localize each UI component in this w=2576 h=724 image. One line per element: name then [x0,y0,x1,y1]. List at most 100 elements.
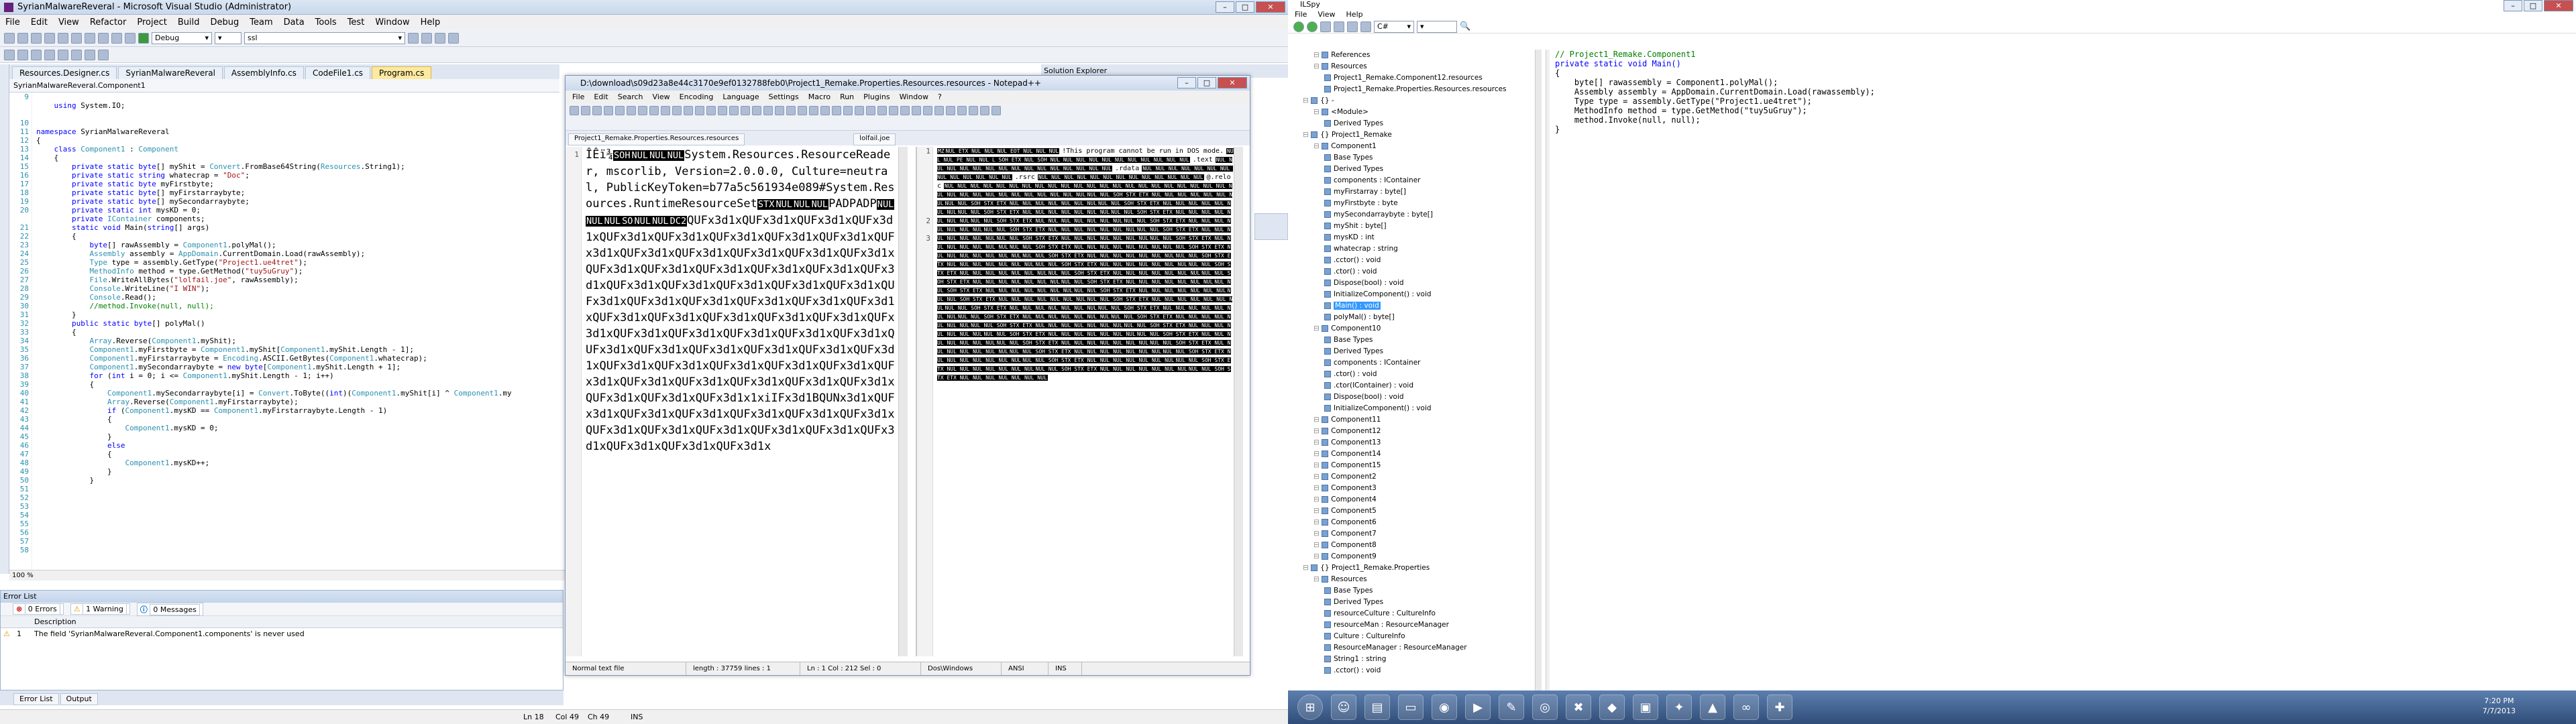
tab-resources-file[interactable]: Project1_Remake.Properties.Resources.res… [568,133,745,145]
outdent-icon[interactable] [44,49,55,60]
flashpoint-icon[interactable]: ✦ [1666,695,1692,720]
open-file-icon[interactable] [31,32,42,44]
menu-item-edit[interactable]: Edit [31,17,48,27]
tree-node[interactable]: Derived Types [1297,346,1532,357]
expander-icon[interactable]: ⊟ [1313,507,1322,515]
np-toolbar-icon[interactable] [832,106,841,115]
save-all-icon[interactable] [58,32,68,44]
expander-icon[interactable]: ⊟ [1313,575,1322,583]
tree-node[interactable]: Derived Types [1297,118,1532,129]
find-select[interactable]: ssl ▾ [244,32,405,44]
ilspy-menu-help[interactable]: Help [1346,9,1363,20]
np-toolbar-icon[interactable] [798,106,807,115]
bookmark-icon[interactable] [58,49,68,60]
expander-icon[interactable]: ⊟ [1303,131,1311,139]
decompiled-code[interactable]: // Project1_Remake.Component1 private sta… [1555,50,2561,697]
tree-node[interactable]: Project1_Remake.Component12.resources [1297,72,1532,84]
np-toolbar-icon[interactable] [946,106,955,115]
np-toolbar-icon[interactable] [718,106,727,115]
expander-icon[interactable]: ⊟ [1313,438,1322,446]
bottom-tab-output[interactable]: Output [60,693,98,705]
docked-panel-stub[interactable] [1254,213,1288,240]
tree-node[interactable]: ⊟ Component9 [1297,551,1532,562]
tree-node[interactable]: myShit : byte[] [1297,221,1532,232]
comment-icon[interactable] [4,49,15,60]
np-toolbar-icon[interactable] [957,106,967,115]
tree-node[interactable]: Culture : CultureInfo [1297,631,1532,642]
navigation-bar[interactable]: SyrianMalwareReveral.Component1 [9,79,559,93]
np-menu-item[interactable]: Edit [594,90,608,104]
tree-node[interactable]: polyMal() : byte[] [1297,312,1532,323]
tree-node[interactable]: mySecondarraybyte : byte[] [1297,209,1532,221]
np-menu-item[interactable]: Macro [808,90,830,104]
np-toolbar-icon[interactable] [752,106,761,115]
np-menu-item[interactable]: Settings [769,90,799,104]
np-toolbar-icon[interactable] [763,106,773,115]
menu-item-project[interactable]: Project [137,17,166,27]
np-toolbar-icon[interactable] [570,106,579,115]
np-toolbar-icon[interactable] [980,106,989,115]
expander-icon[interactable]: ⊟ [1313,450,1322,458]
tree-scrollbar[interactable] [1535,50,1542,697]
indent-icon[interactable] [31,49,42,60]
clear-bookmark-icon[interactable] [98,49,109,60]
expander-icon[interactable]: ⊟ [1313,108,1322,116]
menu-item-team[interactable]: Team [250,17,272,27]
expander-icon[interactable]: ⊟ [1313,427,1322,435]
menu-item-file[interactable]: File [5,17,20,27]
prev-bookmark-icon[interactable] [71,49,82,60]
np-menu-item[interactable]: View [653,90,670,104]
np-menu-item[interactable]: Encoding [680,90,714,104]
folder-icon[interactable]: ▭ [1398,695,1424,720]
maximize-button[interactable]: □ [2524,0,2542,11]
np-menu-item[interactable]: ? [938,90,942,104]
tree-node[interactable]: InitializeComponent() : void [1297,403,1532,414]
version-select[interactable]: ▾ [1417,20,1457,33]
zoom-level[interactable]: 100 % [9,570,566,581]
search-icon[interactable]: 🔍 [1460,21,1470,32]
left-scrollbar[interactable] [898,147,908,656]
np-toolbar-icon[interactable] [638,106,647,115]
tree-node[interactable]: ⊟ <Module> [1297,107,1532,118]
tree-node[interactable]: Derived Types [1297,597,1532,608]
tree-node[interactable]: ⊟ {} Project1_Remake [1297,129,1532,141]
np-toolbar-icon[interactable] [649,106,659,115]
tree-node[interactable]: ⊟ Component11 [1297,414,1532,426]
np-toolbar-icon[interactable] [991,106,1001,115]
np-toolbar-icon[interactable] [775,106,784,115]
np-menu-item[interactable]: Plugins [863,90,890,104]
error-row[interactable]: ⚠ 1 The field 'SyrianMalwareReveral.Comp… [1,628,563,640]
np-toolbar-icon[interactable] [934,106,944,115]
menu-item-data[interactable]: Data [284,17,305,27]
tree-node[interactable]: resourceMan : ResourceManager [1297,619,1532,631]
tab-program-cs[interactable]: Program.cs [372,66,432,79]
minimize-button[interactable]: – [2504,0,2522,11]
tree-node[interactable]: ⊟ {} Project1_Remake.Properties [1297,562,1532,574]
expander-icon[interactable]: ⊟ [1313,62,1322,70]
tree-node[interactable]: myFirstbyte : byte [1297,198,1532,209]
expander-icon[interactable]: ⊟ [1313,324,1322,333]
maximize-button[interactable]: □ [1197,77,1216,88]
tab-resources-designer-cs[interactable]: Resources.Designer.cs [12,66,117,79]
tools-icon[interactable]: ✖ [1566,695,1591,720]
next-bookmark-icon[interactable] [85,49,95,60]
np-toolbar-icon[interactable] [889,106,898,115]
tree-node[interactable]: .ctor() : void [1297,369,1532,380]
menu-item-debug[interactable]: Debug [210,17,239,27]
tab-assemblyinfo-cs[interactable]: AssemblyInfo.cs [223,66,304,79]
expander-icon[interactable]: ⊟ [1313,51,1322,59]
copy-icon[interactable] [85,32,95,44]
bottom-tab-error-list[interactable]: Error List [13,693,59,705]
tree-node[interactable]: ⊟ Component10 [1297,323,1532,335]
np-menu-item[interactable]: Window [900,90,928,104]
np-toolbar-icon[interactable] [729,106,739,115]
tree-node[interactable]: resourceCulture : CultureInfo [1297,608,1532,619]
expander-icon[interactable]: ⊟ [1303,97,1311,105]
tree-node[interactable]: Dispose(bool) : void [1297,278,1532,289]
np-toolbar-icon[interactable] [581,106,590,115]
tree-node[interactable]: ⊟ Component8 [1297,540,1532,551]
menu-item-view[interactable]: View [58,17,79,27]
np-toolbar-icon[interactable] [615,106,625,115]
tree-node[interactable]: ⊟ Component13 [1297,437,1532,448]
tree-node[interactable]: Base Types [1297,152,1532,164]
